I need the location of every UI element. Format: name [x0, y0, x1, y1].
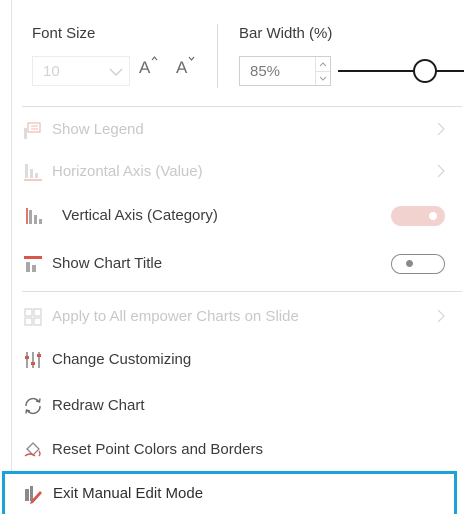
chevron-right-icon: [437, 309, 445, 328]
customize-icon: [22, 349, 44, 371]
horizontal-axis-item[interactable]: Horizontal Axis (Value): [12, 155, 469, 189]
bar-width-slider-thumb[interactable]: [413, 59, 437, 83]
bar-width-value: 85%: [250, 63, 281, 80]
shrink-font-icon: A: [176, 58, 188, 77]
chevron-up-icon: [319, 61, 327, 66]
vertical-axis-icon: [22, 205, 44, 227]
apply-all-label: Apply to All empower Charts on Slide: [52, 308, 299, 325]
chevron-down-icon: [319, 76, 327, 81]
font-size-label: Font Size: [32, 25, 96, 42]
show-chart-title-toggle[interactable]: [391, 254, 445, 274]
spin-down-button[interactable]: [316, 71, 330, 85]
divider: [22, 106, 462, 107]
reset-point-colors-label: Reset Point Colors and Borders: [52, 441, 263, 458]
reset-point-colors-item[interactable]: Reset Point Colors and Borders: [12, 433, 469, 467]
bar-width-slider-track[interactable]: [338, 70, 464, 72]
grid-icon: [22, 306, 44, 328]
vertical-axis-label: Vertical Axis (Category): [62, 207, 218, 224]
chevron-down-icon[interactable]: [109, 65, 123, 83]
redraw-chart-item[interactable]: Redraw Chart: [12, 389, 469, 423]
change-customizing-label: Change Customizing: [52, 351, 192, 368]
change-customizing-item[interactable]: Change Customizing: [12, 343, 469, 377]
top-controls: Font Size 10 A A Bar Width (%) 85%: [12, 0, 469, 106]
toggle-knob: [406, 260, 413, 267]
grow-font-button[interactable]: A: [139, 56, 158, 78]
font-size-value: 10: [43, 63, 60, 80]
show-legend-item[interactable]: Show Legend: [12, 113, 469, 147]
legend-icon: [22, 119, 44, 141]
show-chart-title-label: Show Chart Title: [52, 255, 163, 272]
refresh-icon: [22, 395, 44, 417]
bar-width-label: Bar Width (%): [239, 25, 333, 42]
show-legend-label: Show Legend: [52, 121, 144, 138]
divider: [22, 291, 462, 292]
vertical-axis-item[interactable]: Vertical Axis (Category): [12, 199, 469, 233]
spinner-arrows: [315, 57, 330, 85]
exit-manual-edit-label: Exit Manual Edit Mode: [53, 485, 204, 502]
vertical-axis-toggle[interactable]: [391, 206, 445, 226]
paint-bucket-icon: [22, 439, 44, 461]
redraw-chart-label: Redraw Chart: [52, 397, 145, 414]
grow-font-icon: A: [139, 58, 151, 77]
chevron-right-icon: [437, 164, 445, 183]
divider: [217, 24, 218, 88]
chart-title-icon: [22, 253, 44, 275]
toggle-knob: [429, 212, 437, 220]
chevron-right-icon: [437, 122, 445, 141]
bar-width-spinner[interactable]: 85%: [239, 56, 331, 86]
horizontal-axis-label: Horizontal Axis (Value): [52, 163, 203, 180]
apply-all-item[interactable]: Apply to All empower Charts on Slide: [12, 300, 469, 334]
exit-manual-edit-item[interactable]: Exit Manual Edit Mode: [2, 471, 457, 514]
pencil-icon: [22, 483, 44, 505]
font-size-combobox[interactable]: 10: [32, 56, 130, 86]
spin-up-button[interactable]: [316, 57, 330, 71]
chart-options-panel: Font Size 10 A A Bar Width (%) 85% Show …: [11, 0, 468, 514]
shrink-font-button[interactable]: A: [176, 56, 195, 78]
horizontal-axis-icon: [22, 161, 44, 183]
show-chart-title-item[interactable]: Show Chart Title: [12, 247, 469, 281]
